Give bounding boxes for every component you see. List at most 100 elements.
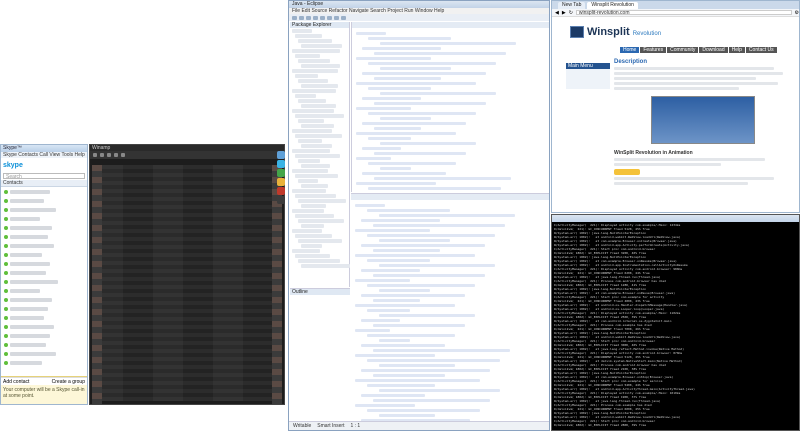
- search-icon[interactable]: [327, 15, 332, 20]
- code-line[interactable]: [355, 329, 390, 332]
- code-line[interactable]: [367, 309, 410, 312]
- app-icon[interactable]: [277, 151, 285, 159]
- list-item[interactable]: [1, 214, 87, 223]
- code-line[interactable]: [362, 47, 441, 50]
- tree-item[interactable]: [292, 109, 334, 113]
- tree-item[interactable]: [298, 139, 322, 143]
- code-line[interactable]: [374, 102, 486, 105]
- code-line[interactable]: [374, 152, 466, 155]
- tree-item[interactable]: [301, 204, 326, 208]
- tree-item[interactable]: [295, 254, 330, 258]
- code-line[interactable]: [379, 214, 515, 217]
- list-item[interactable]: [1, 277, 87, 286]
- tree-item[interactable]: [298, 199, 346, 203]
- code-line[interactable]: [373, 274, 485, 277]
- code-line[interactable]: [361, 244, 485, 247]
- skype-contacts-tab[interactable]: Contacts: [1, 180, 87, 187]
- code-line[interactable]: [373, 299, 420, 302]
- list-item[interactable]: [1, 349, 87, 358]
- tree-item[interactable]: [292, 249, 320, 253]
- tree-item[interactable]: [298, 179, 318, 183]
- code-line[interactable]: [361, 369, 490, 372]
- dark-app-content[interactable]: [93, 165, 272, 401]
- list-item[interactable]: [1, 241, 87, 250]
- list-item[interactable]: [1, 250, 87, 259]
- chrome-icon[interactable]: [277, 178, 285, 186]
- tree-item[interactable]: [301, 124, 334, 128]
- home-icon[interactable]: [107, 153, 111, 157]
- code-line[interactable]: [368, 112, 476, 115]
- code-line[interactable]: [367, 409, 480, 412]
- code-line[interactable]: [356, 182, 436, 185]
- code-line[interactable]: [368, 187, 501, 190]
- tree-item[interactable]: [298, 219, 344, 223]
- code-line[interactable]: [368, 87, 431, 90]
- code-line[interactable]: [356, 82, 476, 85]
- print-icon[interactable]: [306, 15, 311, 20]
- tree-item[interactable]: [295, 174, 338, 178]
- list-item[interactable]: [1, 358, 87, 367]
- tree-item[interactable]: [295, 194, 336, 198]
- code-line[interactable]: [373, 324, 465, 327]
- tree-item[interactable]: [298, 159, 320, 163]
- tree-item[interactable]: [292, 129, 332, 133]
- code-line[interactable]: [379, 364, 455, 367]
- ide-title[interactable]: Java - Eclipse: [289, 1, 549, 8]
- tree-item[interactable]: [301, 244, 322, 248]
- tree-item[interactable]: [292, 89, 336, 93]
- code-line[interactable]: [355, 379, 480, 382]
- nav-features[interactable]: Features: [640, 47, 667, 53]
- code-line[interactable]: [367, 209, 450, 212]
- code-editor-bottom[interactable]: [351, 193, 549, 422]
- code-line[interactable]: [379, 414, 435, 417]
- code-line[interactable]: [362, 122, 466, 125]
- code-line[interactable]: [356, 157, 391, 160]
- tree-item[interactable]: [301, 164, 330, 168]
- list-item[interactable]: [1, 331, 87, 340]
- tree-item[interactable]: [301, 44, 342, 48]
- forward-icon[interactable]: ▶: [562, 10, 566, 16]
- list-item[interactable]: [1, 187, 87, 196]
- nav-community[interactable]: Community: [667, 47, 699, 53]
- code-line[interactable]: [367, 359, 500, 362]
- tree-item[interactable]: [301, 104, 336, 108]
- code-line[interactable]: [356, 107, 411, 110]
- code-line[interactable]: [355, 229, 430, 232]
- list-item[interactable]: [1, 304, 87, 313]
- list-item[interactable]: [1, 259, 87, 268]
- code-line[interactable]: [355, 354, 435, 357]
- list-item[interactable]: [1, 268, 87, 277]
- tree-item[interactable]: [301, 264, 350, 268]
- code-line[interactable]: [380, 92, 496, 95]
- forward-icon[interactable]: [341, 15, 346, 20]
- code-line[interactable]: [373, 249, 440, 252]
- tree-item[interactable]: [295, 74, 318, 78]
- list-item[interactable]: [1, 205, 87, 214]
- add-contact-button[interactable]: Add contact: [3, 379, 29, 385]
- code-line[interactable]: [368, 37, 451, 40]
- code-line[interactable]: [379, 339, 410, 342]
- list-item[interactable]: [1, 196, 87, 205]
- side-menu-body[interactable]: [566, 69, 610, 89]
- run-icon[interactable]: [320, 15, 325, 20]
- code-line[interactable]: [373, 374, 445, 377]
- tree-item[interactable]: [292, 149, 330, 153]
- package-explorer-tab[interactable]: Package Explorer: [290, 22, 349, 28]
- code-line[interactable]: [374, 127, 421, 130]
- site-logo[interactable]: Winsplit: [587, 26, 630, 38]
- tree-item[interactable]: [301, 84, 338, 88]
- package-tree[interactable]: [290, 29, 350, 268]
- code-line[interactable]: [373, 224, 505, 227]
- list-item[interactable]: [1, 232, 87, 241]
- skype-search-input[interactable]: Search: [3, 173, 85, 180]
- code-line[interactable]: [368, 162, 456, 165]
- code-line[interactable]: [367, 259, 430, 262]
- new-icon[interactable]: [292, 15, 297, 20]
- nav-home[interactable]: Home: [620, 47, 640, 53]
- tree-item[interactable]: [292, 29, 312, 33]
- code-line[interactable]: [374, 77, 441, 80]
- terminal-title-bar[interactable]: [552, 215, 799, 222]
- code-line[interactable]: [355, 279, 410, 282]
- code-line[interactable]: [355, 204, 385, 207]
- app-icon[interactable]: [277, 169, 285, 177]
